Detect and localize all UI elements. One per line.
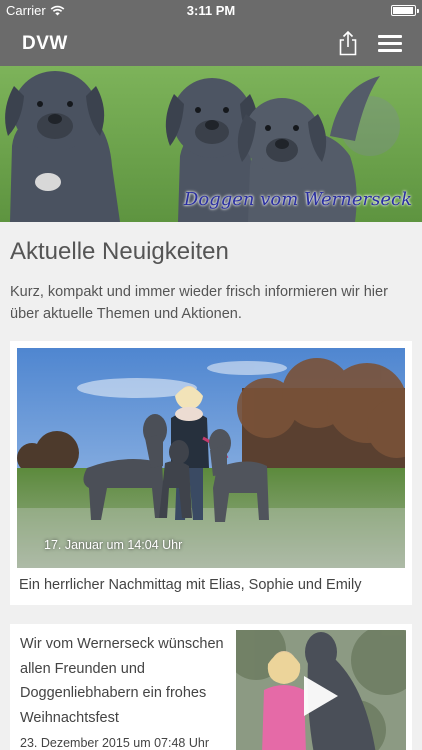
app-title: DVW <box>22 33 68 54</box>
video-thumbnail[interactable] <box>236 630 406 750</box>
battery-fill <box>393 7 413 14</box>
post-caption[interactable]: Ein herrlicher Nachmittag mit Elias, Sop… <box>19 577 362 593</box>
share-button[interactable] <box>336 30 360 56</box>
woman-with-dogs-photo <box>17 348 405 568</box>
menu-button[interactable] <box>378 34 402 54</box>
news-card[interactable]: 17. Januar um 14:04 Uhr Ein herrlicher N… <box>10 341 412 605</box>
post-text[interactable]: Wir vom Wernerseck wünschen allen Freund… <box>20 632 225 730</box>
navigation-bar: DVW <box>0 22 422 66</box>
post-date: 23. Dezember 2015 um 07:48 Uhr <box>20 736 209 750</box>
post-photo[interactable]: 17. Januar um 14:04 Uhr <box>17 348 405 568</box>
intro-text: Kurz, kompakt und immer wieder frisch in… <box>10 284 388 322</box>
section-title: Aktuelle Neuigkeiten <box>10 238 229 265</box>
post-date: 17. Januar um 14:04 Uhr <box>44 538 183 552</box>
play-icon[interactable] <box>302 674 340 718</box>
hero-caption: Doggen vom Wernerseck <box>183 189 412 210</box>
share-icon <box>339 30 357 56</box>
battery-icon <box>391 5 419 16</box>
status-time: 3:11 PM <box>186 3 236 18</box>
hero-banner: Doggen vom Wernerseck <box>0 66 422 222</box>
news-card[interactable]: Wir vom Wernerseck wünschen allen Freund… <box>10 624 412 750</box>
status-bar: Carrier 3:11 PM <box>0 0 422 22</box>
